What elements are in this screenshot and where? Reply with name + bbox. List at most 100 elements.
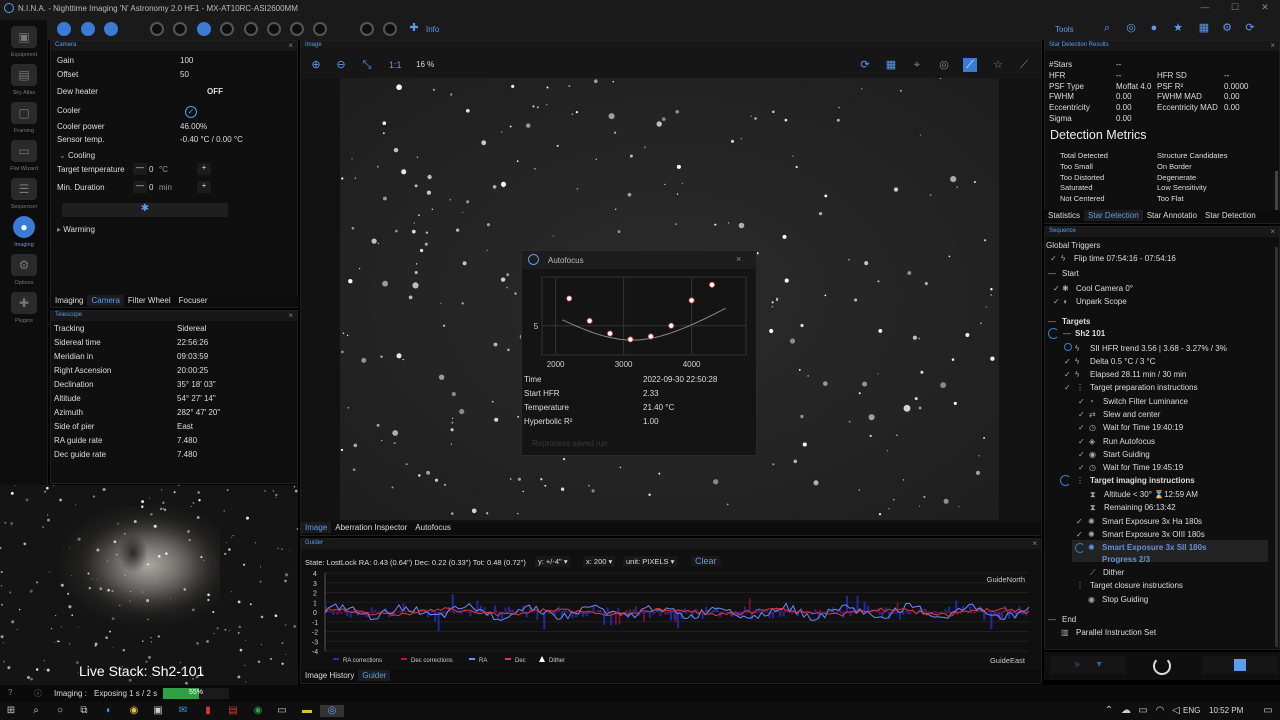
volume-icon[interactable]: ◁ — [1170, 705, 1182, 717]
more-icon[interactable]: ⋮ — [1076, 383, 1084, 392]
target-icon[interactable]: ◎ — [937, 58, 951, 72]
info-icon[interactable]: ⓘ — [34, 688, 42, 699]
start-guiding-item[interactable]: Start Guiding — [1103, 450, 1150, 459]
dew-heater-toggle[interactable]: OFF — [207, 87, 223, 96]
sidebar-item-options[interactable]: ⚙ Options — [4, 254, 44, 291]
warming-section[interactable]: ▸ Warming — [57, 225, 95, 234]
tab-autofocus[interactable]: Autofocus — [411, 522, 455, 533]
tab-star-detection-2[interactable]: Star Detection — [1201, 210, 1260, 221]
tab-statistics[interactable]: Statistics — [1044, 210, 1084, 221]
slew-item[interactable]: Slew and center — [1103, 410, 1160, 419]
flip-time-trigger[interactable]: Flip time 07:54:16 - 07:54:16 — [1074, 254, 1176, 263]
grid-icon[interactable]: ▦ — [884, 58, 898, 72]
nina-taskbar-icon[interactable]: ◎ — [320, 705, 344, 717]
wait-time-item[interactable]: Wait for Time 19:45:19 — [1103, 463, 1183, 472]
exposure-sii-item[interactable]: Smart Exposure 3x SII 180s — [1102, 543, 1207, 552]
tab-star-annotation[interactable]: Star Annotatio — [1143, 210, 1201, 221]
crosshair-icon[interactable]: ⌖ — [910, 58, 924, 72]
close-icon[interactable]: × — [1032, 539, 1037, 548]
chart-icon[interactable] — [313, 22, 327, 36]
windows-start-icon[interactable]: ⊞ — [5, 705, 17, 717]
cool-button[interactable]: ✱ — [62, 203, 228, 217]
sidebar-item-plugins[interactable]: ✚ Plugins — [4, 292, 44, 329]
tab-camera[interactable]: Camera — [87, 295, 124, 306]
refresh-icon[interactable] — [81, 22, 95, 36]
sidebar-item-sky-atlas[interactable]: ▤ Sky Atlas — [4, 64, 44, 101]
wait-time-item[interactable]: Wait for Time 19:40:19 — [1103, 423, 1183, 432]
tab-aberration-inspector[interactable]: Aberration Inspector — [331, 522, 411, 533]
increment-button[interactable]: + — [197, 163, 211, 175]
annotate-icon[interactable]: ⟋ — [1017, 58, 1031, 72]
target-icon[interactable]: ◎ — [1124, 21, 1138, 35]
plate-solve-icon[interactable]: ⟋ — [963, 58, 977, 72]
pdf-icon[interactable]: ▤ — [227, 705, 239, 717]
safety-icon[interactable] — [383, 22, 397, 36]
targets-group[interactable]: Targets — [1062, 317, 1090, 326]
more-icon[interactable]: ⋮ — [1076, 476, 1084, 485]
weather-icon[interactable] — [267, 22, 281, 36]
sidebar-item-imaging[interactable]: ● Imaging — [4, 216, 44, 253]
altitude-condition[interactable]: Altitude < 30° ⌛12:59 AM — [1104, 490, 1198, 499]
flat-panel-icon[interactable] — [244, 22, 258, 36]
close-button[interactable]: ✕ — [1255, 2, 1275, 13]
collapse-icon[interactable]: — — [1048, 615, 1056, 624]
scrollbar[interactable] — [1275, 171, 1278, 211]
decrement-button[interactable]: — — [133, 181, 147, 193]
close-icon[interactable]: × — [288, 41, 293, 50]
min-duration-input[interactable]: 0 — [149, 183, 153, 192]
collapse-icon[interactable]: — — [1048, 317, 1056, 326]
sidebar-item-framing[interactable]: ▢ Framing — [4, 102, 44, 139]
run-autofocus-item[interactable]: Run Autofocus — [1103, 437, 1155, 446]
tools-label[interactable]: Tools — [1055, 25, 1074, 34]
sidebar-item-equipment[interactable]: ▣ Equipment — [4, 26, 44, 63]
unpark-scope-item[interactable]: Unpark Scope — [1076, 297, 1127, 306]
cool-camera-item[interactable]: Cool Camera 0° — [1076, 284, 1133, 293]
notification-icon[interactable]: ▭ — [1262, 705, 1274, 717]
moon-icon[interactable]: ● — [1147, 21, 1161, 35]
cortana-icon[interactable]: ○ — [54, 705, 66, 717]
zoom-out-icon[interactable]: ⊖ — [334, 58, 348, 72]
clock[interactable]: 10:52 PM — [1209, 706, 1243, 715]
collapse-icon[interactable]: — — [1063, 329, 1071, 338]
wifi-icon[interactable]: ◠ — [1154, 705, 1166, 717]
remaining-condition[interactable]: Remaining 06:13:42 — [1104, 503, 1176, 512]
stop-guiding-item[interactable]: Stop Guiding — [1102, 595, 1148, 604]
prep-instructions[interactable]: Target preparation instructions — [1090, 383, 1198, 392]
close-icon[interactable]: × — [288, 311, 293, 320]
layout-icon[interactable]: ▦ — [1197, 21, 1211, 35]
end-group[interactable]: End — [1062, 615, 1076, 624]
more-icon[interactable]: ⋮ — [1076, 581, 1084, 590]
sidebar-item-sequencer[interactable]: ☰ Sequencer — [4, 178, 44, 215]
app-green-icon[interactable]: ◉ — [252, 705, 264, 717]
fit-icon[interactable]: ⤡ — [360, 58, 374, 72]
parallel-set-item[interactable]: Parallel Instruction Set — [1076, 628, 1156, 637]
exposure-ha-item[interactable]: Smart Exposure 3x Ha 180s — [1102, 517, 1202, 526]
plugin-info-icon[interactable]: ✚ — [407, 21, 421, 35]
sii-hfr-trigger[interactable]: SII HFR trend 3.56 | 3.68 - 3.27% / 3% — [1090, 344, 1227, 353]
help-icon[interactable]: ? — [8, 688, 12, 697]
sidebar-item-flat-wizard[interactable]: ▭ Flat Wizard — [4, 140, 44, 177]
switch-filter-item[interactable]: Switch Filter Luminance — [1103, 397, 1188, 406]
tab-imaging[interactable]: Imaging — [51, 295, 87, 306]
decrement-button[interactable]: — — [133, 163, 147, 175]
minimize-button[interactable]: — — [1195, 2, 1215, 12]
edge-icon[interactable]: ◐ — [103, 705, 115, 717]
exposure-oiii-item[interactable]: Smart Exposure 3x OIII 180s — [1102, 530, 1205, 539]
dome-icon[interactable] — [290, 22, 304, 36]
zoom-in-icon[interactable]: ⊕ — [309, 58, 323, 72]
switch-icon[interactable] — [220, 22, 234, 36]
skip-dropdown[interactable]: » ▾ — [1050, 656, 1126, 674]
unit-select[interactable]: unit: PIXELS ▾ — [623, 556, 678, 567]
onedrive-icon[interactable]: ☁ — [1120, 705, 1132, 717]
app-icon[interactable]: ▮ — [202, 705, 214, 717]
tab-guider[interactable]: Guider — [358, 670, 391, 681]
refresh-icon[interactable]: ⟳ — [858, 58, 872, 72]
tab-image[interactable]: Image — [301, 522, 332, 533]
collapse-icon[interactable]: — — [1048, 269, 1056, 278]
guider-icon[interactable] — [197, 22, 211, 36]
zoom-1-1-button[interactable]: 1:1 — [389, 60, 402, 70]
increment-button[interactable]: + — [197, 181, 211, 193]
tab-filter-wheel[interactable]: Filter Wheel — [124, 295, 175, 306]
autofocus-reprocess-button[interactable]: Reprocess saved run — [532, 439, 632, 451]
dither-item[interactable]: Dither — [1103, 568, 1124, 577]
